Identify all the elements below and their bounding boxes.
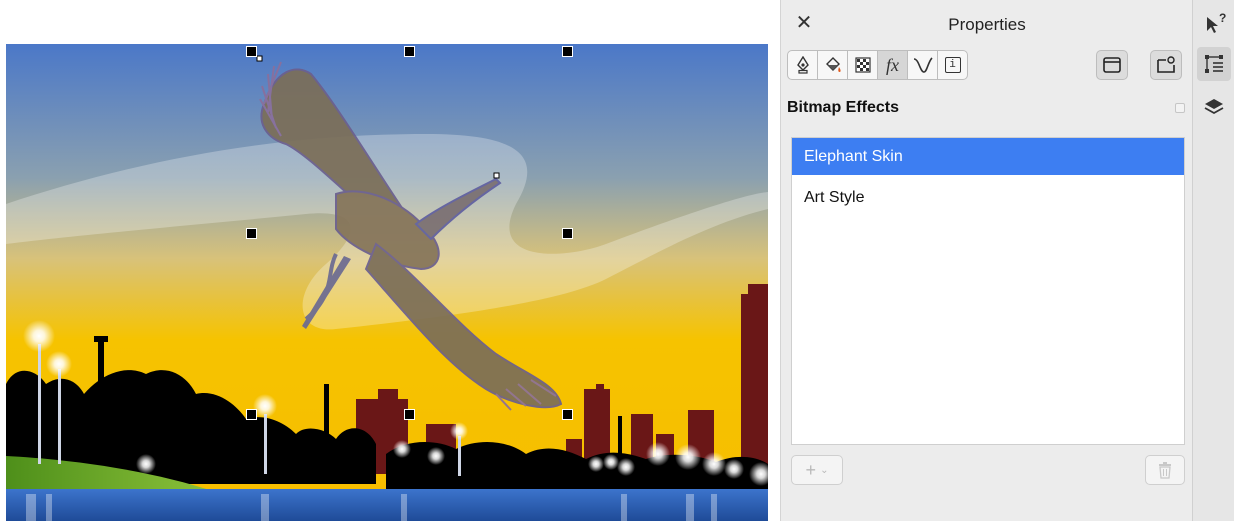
list-item-elephant-skin[interactable]: Elephant Skin [792,138,1184,175]
trash-icon [1159,462,1171,479]
properties-panel: ✕ Properties fx i Bitmap Effects Elephan… [780,0,1192,521]
object-view-button[interactable] [1150,50,1182,80]
transparency-checker-icon [854,57,871,73]
selection-handle-bottom-right[interactable] [562,409,573,420]
docker-toolbar: ? [1192,0,1234,521]
tab-fill[interactable] [817,50,848,80]
plus-icon: + [805,459,817,480]
hints-button[interactable]: ? [1197,8,1231,42]
panel-title: Properties [948,15,1026,34]
selection-handle-bottom-center[interactable] [404,409,415,420]
selection-handle-top-left[interactable] [246,46,257,57]
properties-docker-button[interactable] [1197,47,1231,81]
artwork-illustration[interactable] [6,44,768,521]
object-frame-icon [1157,56,1175,73]
curve-icon [913,57,933,73]
tab-info[interactable]: i [937,50,968,80]
tab-curve[interactable] [907,50,938,80]
tab-transparency[interactable] [847,50,878,80]
add-effect-button[interactable]: + ⌄ [791,455,843,485]
properties-icon [1205,55,1223,73]
app-window: ✕ Properties fx i Bitmap Effects Elephan… [0,0,1234,521]
fill-bucket-icon [825,57,841,72]
tab-effects[interactable]: fx [877,50,908,80]
layers-icon [1204,99,1224,115]
question-mark-label: ? [1219,11,1227,25]
tab-outline[interactable] [787,50,818,80]
selection-handle-top-center[interactable] [404,46,415,57]
property-tabs: fx i [787,50,968,82]
frame-icon [1103,57,1121,73]
section-options-toggle[interactable] [1175,103,1185,113]
chevron-down-icon: ⌄ [820,464,829,476]
selection-handle-top-right[interactable] [562,46,573,57]
list-item-art-style[interactable]: Art Style [792,179,1184,216]
drawing-canvas[interactable] [0,0,780,521]
effects-list[interactable]: Elephant Skin Art Style [791,137,1185,445]
section-title-bitmap-effects: Bitmap Effects [787,99,900,116]
selection-handle-middle-right[interactable] [562,228,573,239]
info-icon: i [944,57,961,73]
selection-handle-middle-left[interactable] [246,228,257,239]
delete-effect-button[interactable] [1145,455,1185,485]
fx-icon: fx [886,54,899,75]
pen-nib-icon [796,56,809,74]
frame-view-button[interactable] [1096,50,1128,80]
city-skyline-artwork [6,44,768,521]
panel-header: ✕ Properties [781,6,1193,44]
selection-handle-bottom-left[interactable] [246,409,257,420]
layers-docker-button[interactable] [1197,90,1231,124]
